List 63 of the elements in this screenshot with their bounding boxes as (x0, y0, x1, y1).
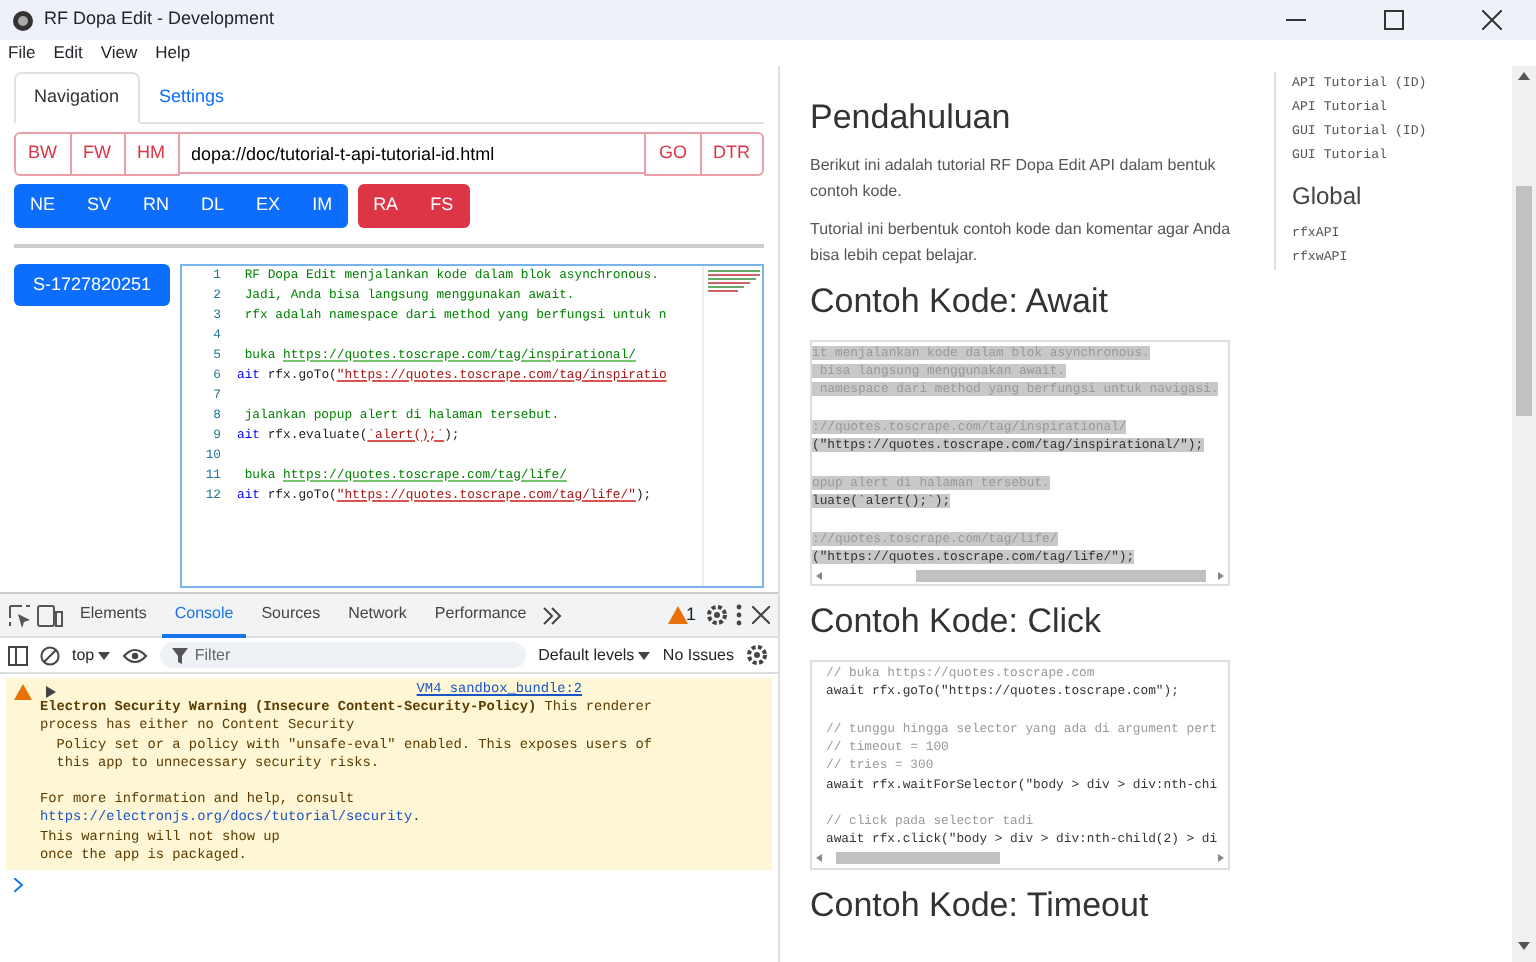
maximize-icon (1384, 10, 1404, 30)
expand-icon[interactable] (46, 686, 56, 698)
filter-icon (172, 647, 189, 663)
nav-button[interactable]: FW (71, 132, 125, 175)
close-icon (1482, 10, 1502, 30)
inspect-icon[interactable] (8, 603, 32, 627)
more-options-icon[interactable] (736, 604, 742, 626)
minimap-drawing (704, 265, 760, 293)
devtools-tab[interactable]: Network (336, 593, 419, 637)
section-heading: Contoh Kode: Click (810, 602, 1104, 644)
horizontal-scrollbar[interactable] (816, 852, 1224, 865)
action-button[interactable]: SV (71, 184, 128, 227)
settings-icon[interactable] (705, 604, 727, 626)
caret-icon (638, 651, 651, 659)
action-button[interactable]: NE (14, 184, 72, 227)
devtools-tab[interactable]: Sources (249, 593, 333, 637)
devtools-tab[interactable]: Elements (68, 593, 159, 637)
section-heading: Contoh Kode: Await (810, 282, 1111, 324)
menu-item[interactable]: Help (155, 40, 191, 66)
devtools-tab[interactable]: Performance (422, 593, 539, 637)
clear-icon[interactable] (40, 645, 60, 665)
devtools-tab[interactable]: Console (162, 593, 246, 637)
app-icon (12, 9, 34, 31)
window-title: RF Dopa Edit - Development (44, 6, 277, 33)
sidebar-icon[interactable] (8, 645, 28, 665)
toc-heading: Global (1292, 180, 1364, 214)
menu-item[interactable]: View (100, 40, 138, 66)
more-tabs-icon[interactable] (542, 605, 563, 625)
warning-icon (668, 606, 689, 624)
section-heading: Pendahuluan (810, 98, 1013, 139)
action-button[interactable]: RA (357, 184, 415, 227)
filter-field[interactable]: Filter (160, 642, 527, 668)
section-heading: Contoh Kode: Timeout (810, 885, 1151, 927)
prompt-icon[interactable] (14, 878, 24, 892)
paragraph: Berikut ini adalah tutorial RF Dopa Edit API dalam bentuk contoh kode. (810, 154, 1218, 204)
paragraph: Tutorial ini berbentuk contoh kode dan komentar agar Anda bisa lebih cepat belajar. (810, 218, 1233, 268)
code-editor[interactable] (179, 263, 764, 587)
context-dropdown[interactable]: top (72, 643, 111, 667)
settings-icon[interactable] (746, 644, 768, 666)
nav-button[interactable]: DTR (701, 132, 764, 175)
action-button[interactable]: FS (414, 184, 470, 227)
action-button[interactable]: IM (296, 184, 349, 227)
menu-item[interactable]: Edit (53, 40, 83, 66)
url-field[interactable]: dopa://doc/tutorial-t-api-tutorial-id.html (179, 132, 645, 174)
close-icon[interactable] (751, 606, 769, 624)
script-button[interactable]: S-1727820251 (14, 263, 170, 306)
levels-dropdown[interactable]: Default levels (538, 643, 651, 667)
action-button[interactable]: EX (240, 184, 297, 227)
tab[interactable]: Settings (139, 72, 245, 123)
tab[interactable]: Navigation (14, 72, 140, 123)
device-icon[interactable] (36, 603, 64, 627)
caret-icon (98, 651, 111, 659)
issues-button[interactable]: No Issues (662, 643, 734, 667)
warning-count: 1 (685, 601, 696, 628)
eye-icon[interactable] (122, 647, 149, 663)
nav-button[interactable]: GO (644, 132, 701, 175)
warning-icon (14, 684, 32, 700)
action-button[interactable]: RN (127, 184, 186, 227)
nav-button[interactable]: BW (14, 132, 71, 175)
horizontal-scrollbar[interactable] (816, 569, 1224, 582)
action-button[interactable]: DL (185, 184, 241, 227)
nav-button[interactable]: HM (125, 132, 179, 175)
menu-item[interactable]: File (8, 40, 36, 66)
